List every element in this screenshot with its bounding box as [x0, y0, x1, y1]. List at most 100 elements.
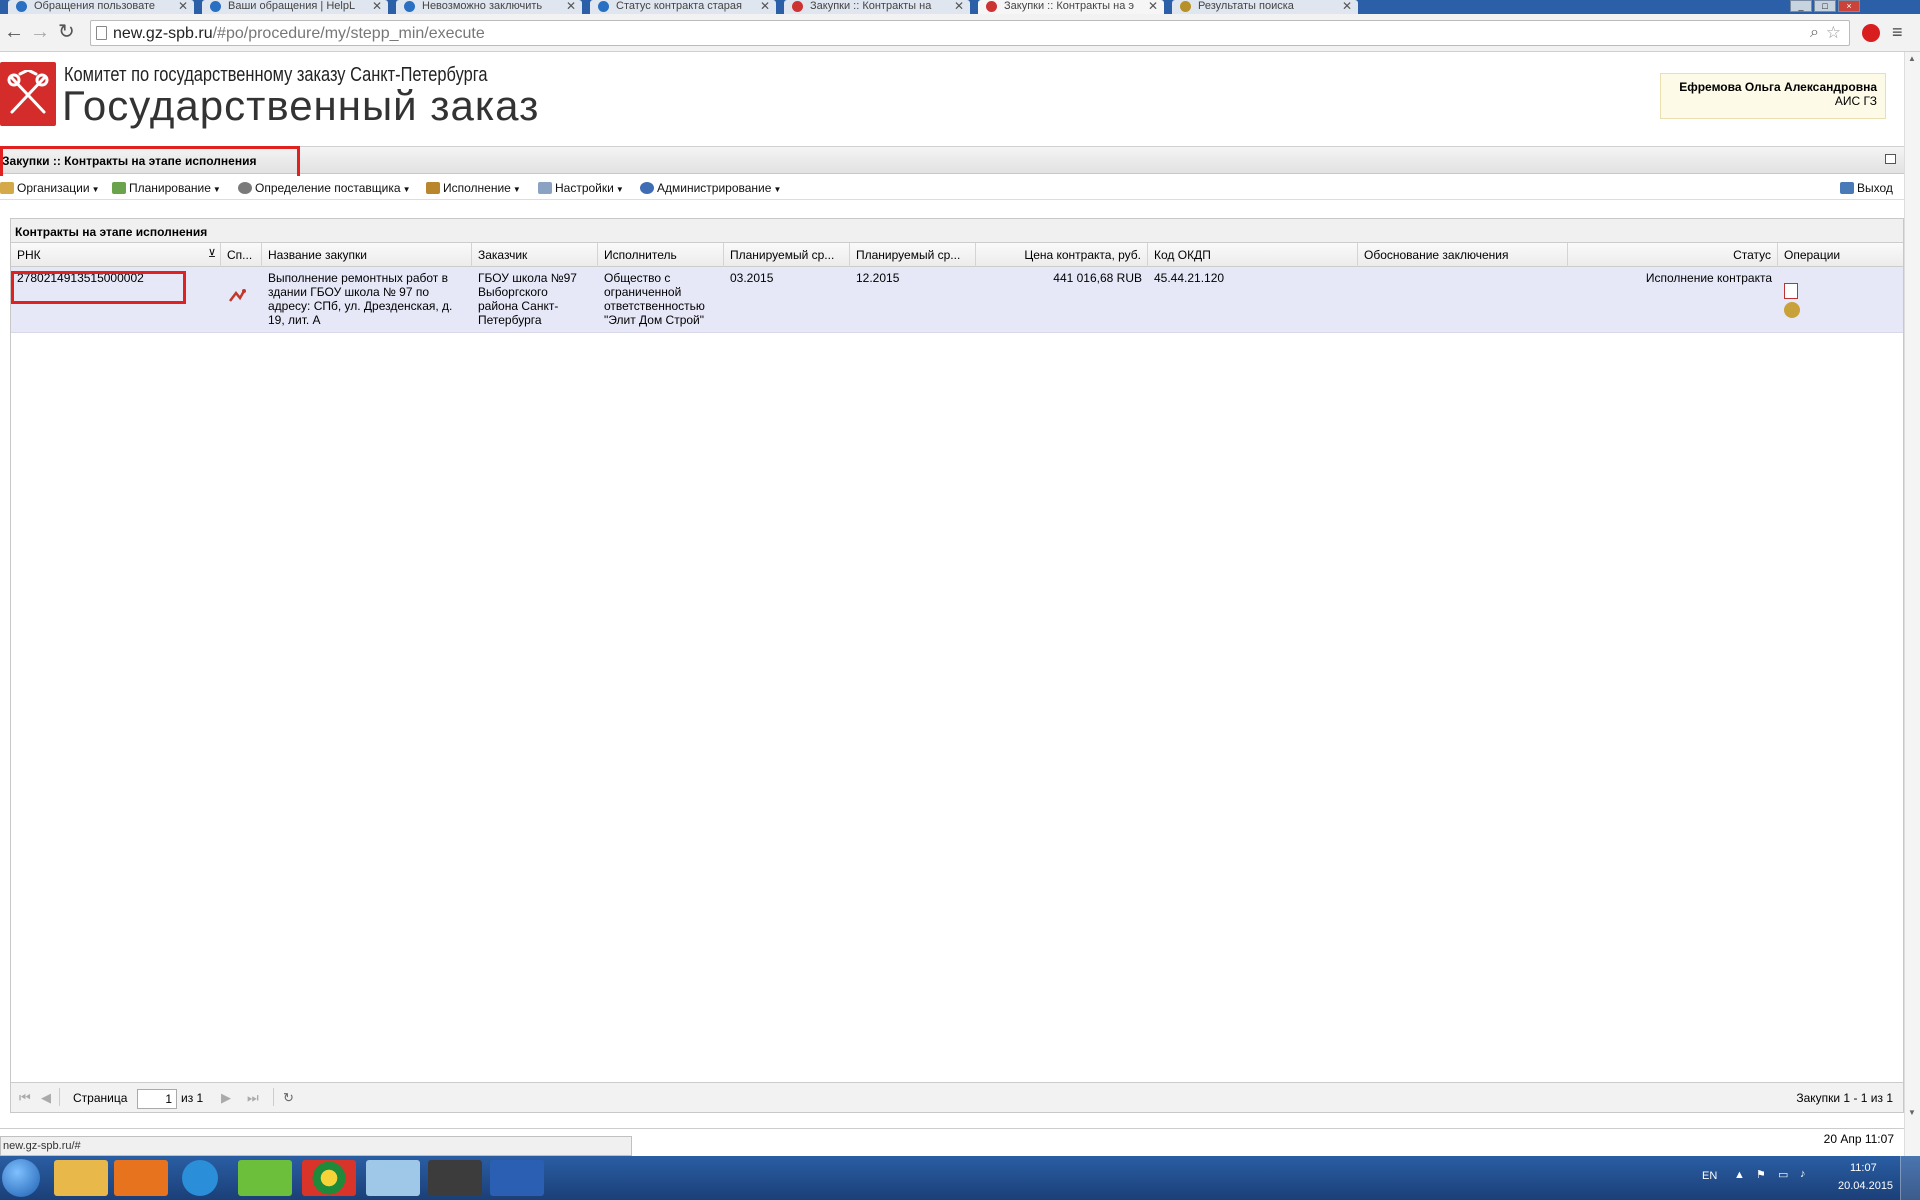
tab-close-icon[interactable]: ✕	[1148, 0, 1158, 12]
emblem-sign-icon[interactable]	[1784, 302, 1800, 318]
column-header-basis[interactable]: Обоснование заключения	[1358, 243, 1568, 267]
menu-organizations[interactable]: Организации ▼	[0, 181, 100, 195]
icq-icon[interactable]	[238, 1160, 292, 1196]
notepad-icon[interactable]	[366, 1160, 420, 1196]
reload-icon[interactable]: ↻	[58, 22, 75, 42]
maximize-window-icon[interactable]: □	[1814, 0, 1836, 12]
user-info-box: Ефремова Ольга Александровна АИС ГЗ	[1660, 73, 1886, 119]
network-icon[interactable]: ▭	[1778, 1168, 1788, 1181]
media-player-icon[interactable]	[114, 1160, 168, 1196]
tab-close-icon[interactable]: ✕	[372, 0, 382, 12]
menu-execution[interactable]: Исполнение ▼	[426, 181, 521, 195]
browser-tab[interactable]: Обращения пользовате ✕	[8, 0, 194, 14]
browser-tab[interactable]: Закупки :: Контракты на ✕	[784, 0, 970, 14]
menu-administration[interactable]: Администрирование ▼	[640, 181, 781, 195]
column-header-rnk[interactable]: РНК ⊻	[11, 243, 221, 267]
annotation-highlight-box	[0, 146, 300, 180]
word-icon[interactable]	[490, 1160, 544, 1196]
records-summary: Закупки 1 - 1 из 1	[1796, 1091, 1893, 1105]
logout-button[interactable]: Выход	[1840, 181, 1893, 195]
helpdesk-favicon-icon	[16, 1, 27, 12]
chevron-down-icon: ▼	[91, 185, 100, 194]
action-center-flag-icon[interactable]: ⚑	[1756, 1168, 1766, 1181]
page-icon	[96, 26, 107, 40]
browser-tabstrip: Обращения пользовате ✕ Ваши обращения | …	[0, 0, 1920, 14]
cell-status: Исполнение контракта	[1645, 271, 1772, 285]
column-header-plan-start[interactable]: Планируемый ср...	[724, 243, 850, 267]
language-indicator[interactable]: EN	[1702, 1170, 1717, 1182]
planning-icon	[112, 182, 126, 194]
first-page-icon[interactable]: ⏮	[19, 1090, 31, 1106]
chrome-icon[interactable]	[302, 1160, 356, 1196]
column-header-okdp[interactable]: Код ОКДП	[1148, 243, 1358, 267]
cell-price: 441 016,68 RUB	[1053, 271, 1142, 285]
column-header-operations[interactable]: Операции	[1778, 243, 1904, 267]
windows-start-icon[interactable]	[2, 1159, 40, 1197]
browser-tab[interactable]: Ваши обращения | HelpL ✕	[202, 0, 388, 14]
browser-tab-active[interactable]: Закупки :: Контракты на э ✕	[978, 0, 1164, 14]
forward-arrow-icon[interactable]: →	[30, 22, 50, 42]
close-window-icon[interactable]: ×	[1838, 0, 1860, 12]
scroll-down-icon[interactable]: ▼	[1908, 1108, 1916, 1117]
browser-toolbar: ← → ↻ new.gz-spb.ru/#po/procedure/my/ste…	[0, 14, 1920, 52]
tray-clock-date[interactable]: 20.04.2015	[1838, 1180, 1893, 1192]
menu-hamburger-icon[interactable]: ≡	[1892, 22, 1903, 43]
table-row[interactable]: 2780214913515000002 Выполнение ремонтных…	[11, 267, 1903, 333]
logout-door-icon	[1840, 182, 1854, 194]
column-header-plan-end[interactable]: Планируемый ср...	[850, 243, 976, 267]
browser-tab[interactable]: Статус контракта старая ✕	[590, 0, 776, 14]
grid-title: Контракты на этапе исполнения	[11, 219, 1903, 243]
filter-icon[interactable]: ⊻	[208, 247, 216, 260]
menu-supplier-determination[interactable]: Определение поставщика ▼	[238, 181, 410, 195]
column-header-name[interactable]: Название закупки	[262, 243, 472, 267]
back-arrow-icon[interactable]: ←	[4, 22, 24, 42]
column-header-price[interactable]: Цена контракта, руб.	[976, 243, 1148, 267]
column-header-customer[interactable]: Заказчик	[472, 243, 598, 267]
collapse-panel-icon[interactable]	[1885, 154, 1896, 164]
bookmark-star-icon[interactable]: ☆	[1826, 23, 1841, 43]
scroll-up-icon[interactable]: ▲	[1908, 54, 1916, 63]
internet-explorer-icon[interactable]	[182, 1160, 218, 1196]
cell-plan-start: 03.2015	[730, 271, 774, 285]
cell-plan-end: 12.2015	[856, 271, 900, 285]
spb-coat-of-arms-logo[interactable]	[0, 62, 56, 126]
main-menu: Организации ▼ Планирование ▼ Определение п…	[0, 176, 1904, 200]
page-number-input[interactable]	[137, 1089, 177, 1109]
explorer-folder-icon[interactable]	[54, 1160, 108, 1196]
tab-close-icon[interactable]: ✕	[1342, 0, 1352, 12]
tray-clock-time[interactable]: 11:07	[1850, 1162, 1877, 1174]
prev-page-icon[interactable]: ◀	[41, 1090, 51, 1106]
chevron-down-icon: ▼	[402, 185, 411, 194]
view-document-icon[interactable]	[1784, 283, 1798, 299]
column-header-method[interactable]: Сп...	[221, 243, 262, 267]
browser-tab[interactable]: Невозможно заключить ✕	[396, 0, 582, 14]
search-magnifier-icon[interactable]: ⌕	[1810, 24, 1819, 42]
last-page-icon[interactable]: ⏭	[247, 1090, 259, 1106]
grid-header: РНК ⊻ Сп... Название закупки Заказчик Ис…	[11, 243, 1903, 267]
camera-app-icon[interactable]	[428, 1160, 482, 1196]
cell-customer: ГБОУ школа №97 Выборгского района Санкт-…	[478, 271, 577, 327]
tab-close-icon[interactable]: ✕	[760, 0, 770, 12]
browser-tab[interactable]: Результаты поиска ✕	[1172, 0, 1358, 14]
vertical-scrollbar[interactable]: ▲ ▼	[1904, 52, 1920, 1156]
column-header-supplier[interactable]: Исполнитель	[598, 243, 724, 267]
tab-close-icon[interactable]: ✕	[178, 0, 188, 12]
menu-planning[interactable]: Планирование ▼	[112, 181, 221, 195]
menu-settings[interactable]: Настройки ▼	[538, 181, 624, 195]
folder-icon	[0, 182, 14, 194]
tab-close-icon[interactable]: ✕	[954, 0, 964, 12]
site-title[interactable]: Государственный заказ	[62, 82, 539, 130]
volume-icon[interactable]: ♪	[1800, 1168, 1806, 1180]
extension-icon[interactable]	[1862, 24, 1880, 42]
refresh-icon[interactable]: ↻	[283, 1090, 294, 1106]
minimize-window-icon[interactable]: _	[1790, 0, 1812, 12]
gears-icon	[238, 182, 252, 194]
chevron-down-icon: ▼	[615, 185, 624, 194]
address-bar[interactable]: new.gz-spb.ru/#po/procedure/my/stepp_min…	[90, 20, 1850, 46]
show-desktop-button[interactable]	[1900, 1156, 1920, 1200]
next-page-icon[interactable]: ▶	[221, 1090, 231, 1106]
windows-taskbar: EN ▲ ⚑ ▭ ♪ 11:07 20.04.2015	[0, 1156, 1920, 1200]
tab-close-icon[interactable]: ✕	[566, 0, 576, 12]
tray-show-hidden-icon[interactable]: ▲	[1734, 1169, 1745, 1181]
column-header-status[interactable]: Статус	[1568, 243, 1778, 267]
